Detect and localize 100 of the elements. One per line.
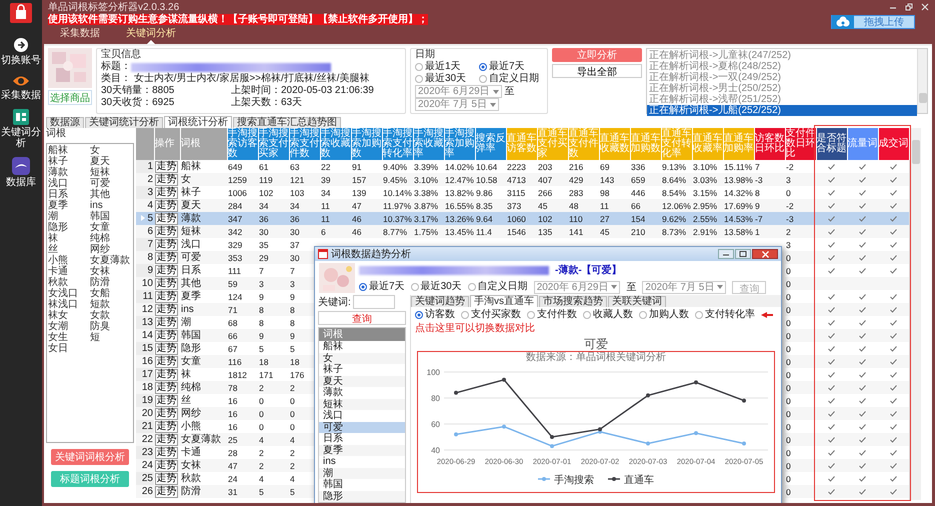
list-item[interactable]: ins (319, 456, 405, 468)
trend-button[interactable]: 走势 (155, 278, 178, 290)
list-item[interactable]: 秋款 (48, 277, 90, 288)
nav-tab[interactable]: 采集数据 (60, 28, 100, 44)
column-header[interactable]: 访客数日环比 (754, 128, 785, 160)
list-item[interactable]: 小熊 (48, 255, 90, 266)
radio-option[interactable]: 最近1天 (415, 61, 479, 73)
scrollbar[interactable] (917, 49, 927, 113)
log-entry[interactable]: 正在解析词根->儿船(252/252) (647, 105, 917, 116)
tab[interactable]: 关键词统计分析 (85, 117, 163, 128)
tab[interactable]: 搜索直通车汇总趋势图 (233, 117, 341, 128)
radio-option[interactable]: 最近30天 (415, 73, 479, 85)
trend-button[interactable]: 走势 (155, 291, 178, 303)
eye-icon[interactable] (12, 74, 30, 88)
list-item[interactable]: 女 (319, 352, 405, 364)
trend-button[interactable]: 走势 (155, 161, 178, 173)
tab[interactable]: 关联关键词 (608, 296, 666, 307)
radio-option[interactable]: 支付转化率 (695, 309, 755, 321)
list-item[interactable]: 女 (90, 145, 132, 156)
list-item[interactable]: 日系 (319, 433, 405, 444)
list-item[interactable]: 隐形 (48, 222, 90, 233)
maximize-icon[interactable] (735, 249, 751, 259)
column-header[interactable]: 搜索反弹率 (475, 128, 506, 160)
list-item[interactable]: 夏天 (90, 156, 132, 167)
trend-button[interactable]: 走势 (155, 213, 178, 225)
trend-button[interactable]: 走势 (155, 486, 178, 498)
tab[interactable]: 关键词趋势 (411, 296, 469, 307)
radio-option[interactable]: 支付买家数 (461, 309, 521, 321)
radio-option[interactable]: 支付件数 (527, 309, 577, 321)
column-header[interactable]: 手淘搜索收藏率 (413, 128, 444, 160)
list-item[interactable]: 可爱 (90, 178, 132, 189)
sidebar-item[interactable]: 关键词分析 (0, 127, 42, 149)
list-item[interactable]: 夏天 (319, 376, 405, 387)
column-header[interactable]: 手淘搜索收藏数 (320, 128, 351, 160)
list-item[interactable]: 女夏薄款 (90, 255, 132, 266)
list-item[interactable]: 薄款 (319, 387, 405, 398)
list-item[interactable]: 女袜 (90, 266, 132, 277)
database-icon[interactable] (12, 157, 30, 175)
list-item[interactable]: 女款 (90, 310, 132, 321)
list-item[interactable]: 浅口 (48, 178, 90, 189)
list-item[interactable]: 船袜 (48, 145, 90, 156)
trend-button[interactable]: 走势 (155, 447, 178, 459)
column-header[interactable]: 是否符合标题 (816, 128, 847, 160)
trend-button[interactable]: 走势 (155, 460, 178, 472)
chart-icon[interactable] (13, 109, 29, 125)
trend-button[interactable]: 走势 (155, 434, 178, 446)
list-item[interactable]: 女生 (48, 332, 90, 343)
list-item[interactable]: 防滑 (90, 277, 132, 288)
radio-option[interactable]: 自定义日期 (479, 73, 543, 85)
radio-option[interactable]: 最近7天 (359, 281, 405, 293)
trend-button[interactable]: 走势 (155, 421, 178, 433)
list-item[interactable]: 女船 (90, 288, 132, 299)
tab[interactable]: 词根统计分析 (164, 116, 232, 128)
trend-button[interactable]: 走势 (155, 174, 178, 186)
list-item[interactable]: 女潮 (48, 321, 90, 332)
trend-button[interactable]: 走势 (155, 265, 178, 277)
column-header[interactable]: 手淘搜索加购数 (351, 128, 382, 160)
tab[interactable]: 数据源 (46, 117, 84, 128)
list-item[interactable]: 隐形 (319, 490, 405, 502)
trend-button[interactable]: 走势 (155, 330, 178, 342)
list-item[interactable]: 日系 (48, 189, 90, 200)
list-item[interactable]: 夏季 (319, 444, 405, 456)
trend-button[interactable]: 走势 (155, 343, 178, 355)
list-item[interactable]: 防臭 (90, 321, 132, 332)
log-entry[interactable]: 正在解析词根->浅帮(251/252) (647, 94, 917, 105)
trend-button[interactable]: 走势 (155, 226, 178, 238)
switch-account-icon[interactable] (13, 37, 29, 53)
list-item[interactable]: 袜浅口 (48, 299, 90, 310)
list-item[interactable]: 浅口 (319, 410, 405, 422)
list-item[interactable]: ins (90, 200, 132, 211)
list-item[interactable]: 袜女 (48, 310, 90, 321)
list-item[interactable]: 短袜 (319, 398, 405, 410)
trend-button[interactable]: 走势 (155, 200, 178, 212)
export-button[interactable]: 导出全部 (552, 64, 642, 78)
list-item[interactable]: 船袜 (319, 341, 405, 352)
list-item[interactable]: 袜 (48, 233, 90, 244)
trend-button[interactable]: 走势 (155, 239, 178, 251)
keyword-field[interactable] (352, 295, 395, 309)
list-item[interactable]: 卡通 (48, 266, 90, 277)
trend-button[interactable]: 走势 (155, 473, 178, 485)
radio-option[interactable]: 最近7天 (479, 61, 543, 73)
close-button[interactable] (752, 249, 778, 259)
tab[interactable]: 手淘vs直通车 (470, 295, 538, 307)
trend-button[interactable]: 走势 (155, 382, 178, 394)
trend-button[interactable]: 走势 (155, 187, 178, 199)
list-item[interactable]: 夏季 (48, 200, 90, 211)
trend-button[interactable]: 走势 (155, 304, 178, 316)
radio-option[interactable]: 收藏人数 (583, 309, 633, 321)
log-entry[interactable]: 正在解析词根->一双(249/252) (647, 72, 917, 83)
trend-button[interactable]: 走势 (155, 369, 178, 381)
date-select[interactable]: 2020年 6月29日 (534, 280, 620, 294)
radio-option[interactable]: 加购人数 (639, 309, 689, 321)
list-item[interactable]: 潮 (319, 468, 405, 479)
log-entry[interactable]: 正在解析词根->夏棉(248/252) (647, 61, 917, 72)
list-item[interactable]: 纯棉 (90, 233, 132, 244)
date-select[interactable]: 2020年 6月29日 (415, 85, 502, 98)
column-header[interactable]: 手淘搜索加购率 (444, 128, 475, 160)
search-button[interactable]: 查询 (318, 311, 406, 325)
radio-option[interactable]: 自定义日期 (468, 281, 528, 293)
sidebar-item[interactable]: 切换账号 (0, 55, 42, 66)
